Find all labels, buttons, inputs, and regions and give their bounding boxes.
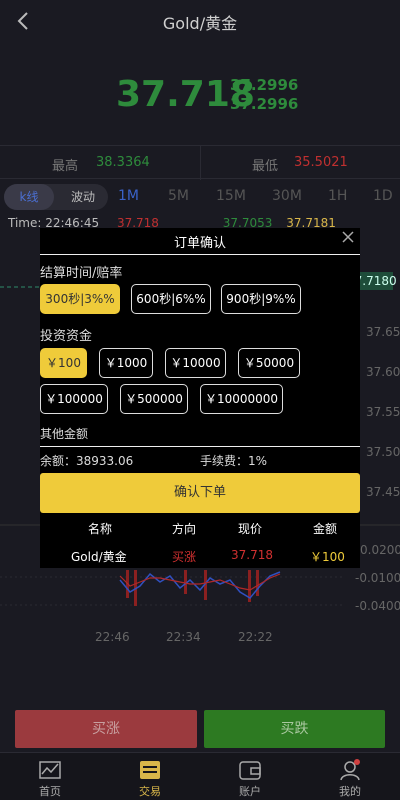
invest-option-100000[interactable]: ￥100000 [40, 384, 108, 414]
chart-line-icon [38, 759, 62, 781]
price-axis-1: 37.6500 [366, 325, 400, 339]
order-confirm-modal: 订单确认 结算时间/赔率 300秒|3%% 600秒|6%% 900秒|9%% … [40, 228, 360, 568]
nav-home[interactable]: 首页 [10, 753, 90, 800]
invest-option-10000[interactable]: ￥10000 [165, 348, 226, 378]
tab-1h[interactable]: 1H [328, 188, 347, 204]
tab-30m[interactable]: 30M [272, 188, 302, 204]
close-icon[interactable] [340, 230, 356, 246]
table-cell-price: 37.718 [231, 548, 273, 562]
other-amount-label: 其他金额 [40, 427, 89, 441]
wallet-icon [238, 759, 262, 781]
balance-text: 余额：38933.06 [40, 454, 134, 468]
invest-option-500000[interactable]: ￥500000 [120, 384, 188, 414]
nav-trade[interactable]: 交易 [110, 753, 190, 800]
time-axis-1: 22:46 [95, 630, 130, 644]
invest-option-10000000[interactable]: ￥10000000 [200, 384, 283, 414]
chart-tabs: k线 波动 1M 5M 15M 30M 1H 1D [0, 182, 400, 212]
settle-option-300[interactable]: 300秒|3%% [40, 284, 120, 314]
price-sub-1: 37.2996 [230, 76, 299, 94]
divider [200, 146, 201, 180]
confirm-order-button[interactable]: 确认下单 [40, 473, 360, 513]
tab-volatility[interactable]: 波动 [60, 184, 106, 210]
time-axis-2: 22:34 [166, 630, 201, 644]
price-sub-2: 37.2996 [230, 95, 299, 113]
user-icon [338, 759, 362, 781]
sub-axis-3: -0.0400 [355, 599, 400, 613]
trade-card-icon [138, 759, 162, 781]
price-axis-5: 37.4500 [366, 485, 400, 499]
other-amount-input[interactable] [40, 446, 360, 447]
table-cell-direction: 买涨 [172, 550, 197, 564]
sub-axis-1: 0.0200 [360, 543, 400, 557]
chart-mode-toggle: k线 波动 [4, 184, 108, 210]
settle-option-900[interactable]: 900秒|9%% [221, 284, 301, 314]
settle-label: 结算时间/赔率 [40, 266, 123, 281]
bottom-nav: 首页 交易 账户 我的 [0, 752, 400, 800]
time-axis-3: 22:22 [238, 630, 273, 644]
high-low-row: 最高 38.3364 最低 35.5021 [0, 145, 400, 180]
low-value: 35.5021 [294, 155, 348, 170]
trade-buttons: 买涨 买跌 [0, 710, 400, 750]
invest-option-1000[interactable]: ￥1000 [99, 348, 153, 378]
invest-label: 投资资金 [40, 329, 93, 344]
price-block: 37.718 37.2996 37.2996 [0, 70, 400, 126]
chevron-left-icon[interactable] [14, 10, 34, 32]
low-label: 最低 [252, 159, 279, 174]
fee-text: 手续费：1% [200, 454, 268, 468]
nav-label-mine: 我的 [339, 785, 361, 798]
table-cell-name: Gold/黄金 [71, 550, 127, 564]
invest-option-50000[interactable]: ￥50000 [238, 348, 300, 378]
tab-1d[interactable]: 1D [373, 188, 393, 204]
nav-label-trade: 交易 [139, 785, 161, 798]
nav-mine[interactable]: 我的 [310, 753, 390, 800]
table-header-price: 现价 [238, 522, 263, 536]
nav-account[interactable]: 账户 [210, 753, 290, 800]
invest-option-100[interactable]: ￥100 [40, 348, 87, 378]
price-axis-2: 37.6000 [366, 365, 400, 379]
high-value: 38.3364 [96, 155, 150, 170]
nav-label-account: 账户 [239, 785, 261, 798]
price-axis-3: 37.5500 [366, 405, 400, 419]
tab-1m[interactable]: 1M [118, 188, 139, 204]
settle-option-600[interactable]: 600秒|6%% [131, 284, 211, 314]
modal-divider [40, 254, 360, 255]
table-cell-amount: ￥100 [310, 550, 345, 564]
price-axis-4: 37.5000 [366, 445, 400, 459]
high-label: 最高 [52, 159, 79, 174]
sub-axis-2: -0.0100 [355, 571, 400, 585]
table-header-amount: 金额 [313, 522, 338, 536]
tab-5m[interactable]: 5M [168, 188, 189, 204]
tab-kline[interactable]: k线 [4, 184, 54, 210]
header: Gold/黄金 [0, 0, 400, 44]
table-header-name: 名称 [88, 522, 113, 536]
tab-15m[interactable]: 15M [216, 188, 246, 204]
buy-up-button[interactable]: 买涨 [15, 710, 197, 748]
modal-title: 订单确认 [173, 236, 226, 251]
page-title: Gold/黄金 [162, 14, 238, 33]
table-header-direction: 方向 [172, 522, 197, 536]
buy-down-button[interactable]: 买跌 [204, 710, 385, 748]
nav-label-home: 首页 [39, 785, 61, 798]
